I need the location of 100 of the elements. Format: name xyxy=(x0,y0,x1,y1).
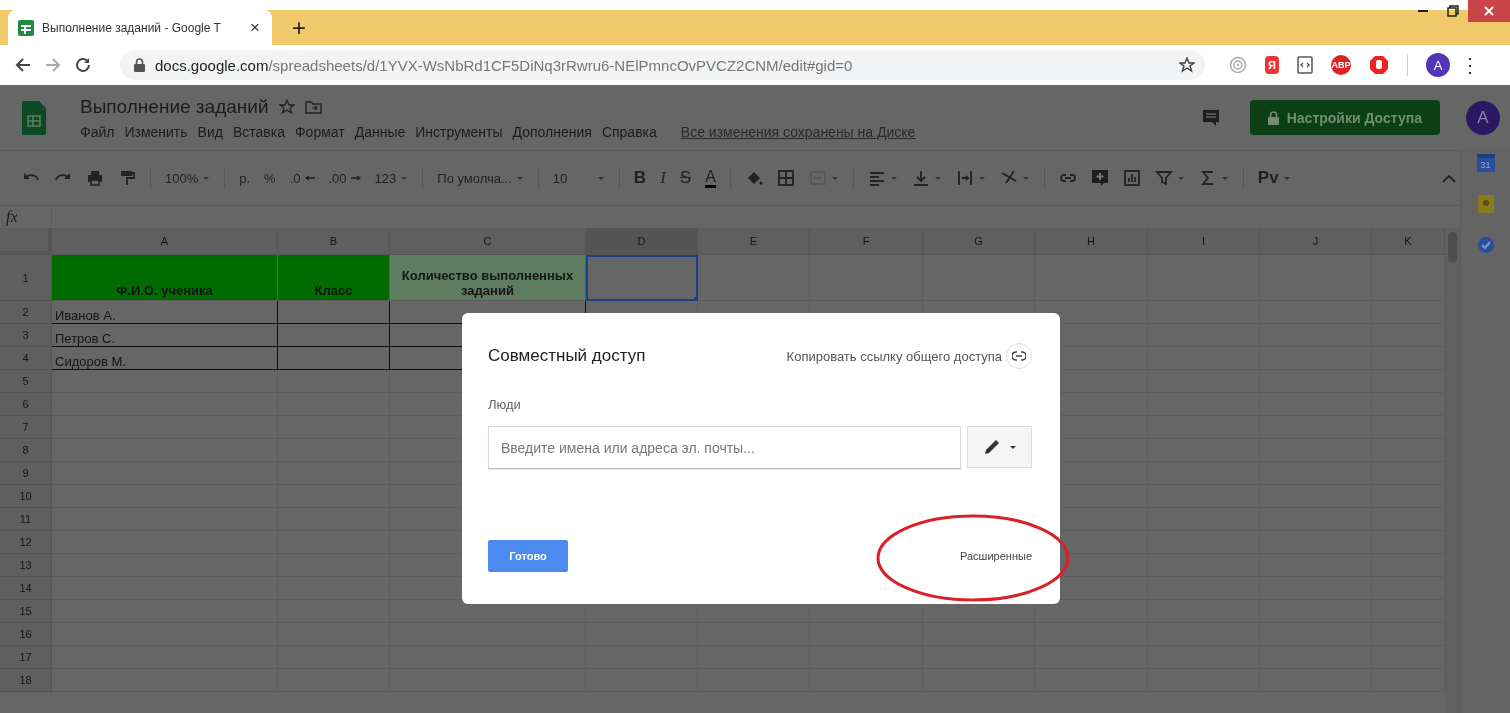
input-tools-dropdown[interactable]: Рv xyxy=(1253,165,1295,191)
menu-item[interactable]: Изменить xyxy=(124,123,188,140)
row-header[interactable]: 11 xyxy=(0,508,52,531)
share-button[interactable]: Настройки Доступа xyxy=(1249,100,1440,135)
row-header[interactable]: 4 xyxy=(0,347,52,370)
column-header[interactable]: F xyxy=(810,228,923,255)
menu-item[interactable]: Формат xyxy=(294,123,345,140)
row-header[interactable]: 13 xyxy=(0,554,52,577)
row-header[interactable]: 2 xyxy=(0,301,52,324)
row-header[interactable]: 6 xyxy=(0,393,52,416)
zoom-dropdown[interactable]: 100% xyxy=(161,165,215,191)
table-cell[interactable] xyxy=(698,255,810,301)
url-text: docs.google.com/spreadsheets/d/1YVX-WsNbRd1CF5DiNq3rRwru6-NElPmncOvPVCZ2CNM/edit#gid=0 xyxy=(155,56,854,74)
save-status-link[interactable]: Все изменения сохранены на Диске xyxy=(680,123,916,140)
row-header[interactable]: 5 xyxy=(0,370,52,393)
column-header[interactable]: B xyxy=(278,228,390,255)
column-header[interactable]: I xyxy=(1148,228,1260,255)
font-dropdown[interactable]: По умолча... xyxy=(433,165,528,191)
restore-icon xyxy=(1447,5,1459,17)
column-header[interactable]: C xyxy=(390,228,586,255)
table-cell[interactable] xyxy=(278,347,390,370)
row-header[interactable]: 18 xyxy=(0,669,52,692)
row-header[interactable]: 9 xyxy=(0,462,52,485)
bold-button[interactable]: B xyxy=(629,165,651,191)
increase-decimal-button[interactable]: .00 xyxy=(324,165,365,191)
table-cell[interactable] xyxy=(586,255,698,301)
reload-icon[interactable] xyxy=(74,56,92,74)
adblock-icon[interactable]: ABP xyxy=(1331,55,1351,75)
table-cell[interactable]: Сидоров М. xyxy=(52,347,278,370)
permission-dropdown[interactable] xyxy=(967,426,1032,468)
table-cell[interactable] xyxy=(278,370,390,393)
menu-button[interactable]: ⋮ xyxy=(1454,52,1486,78)
profile-avatar[interactable]: A xyxy=(1466,100,1500,135)
close-button[interactable]: × xyxy=(248,19,262,36)
column-header[interactable]: H xyxy=(1035,228,1148,255)
column-header[interactable]: A xyxy=(52,228,278,255)
calendar-icon[interactable]: 31 xyxy=(1476,154,1495,172)
currency-button[interactable]: р. xyxy=(235,165,255,191)
table-cell[interactable]: Петров С. xyxy=(52,324,278,347)
column-header[interactable]: J xyxy=(1260,228,1372,255)
row-header[interactable]: 1 xyxy=(0,255,52,301)
table-cell[interactable]: Ф.И.О. ученика xyxy=(52,255,278,301)
table-cell[interactable] xyxy=(52,370,278,393)
copy-link-button[interactable]: Копировать ссылку общего доступа xyxy=(786,343,1032,369)
menu-item[interactable]: Данные xyxy=(354,123,406,140)
table-cell[interactable]: Иванов А. xyxy=(52,301,278,324)
profile-avatar[interactable]: A xyxy=(1426,53,1450,77)
percent-button[interactable]: % xyxy=(260,165,280,191)
menu-item[interactable]: Инструменты xyxy=(415,123,503,140)
table-cell[interactable] xyxy=(278,324,390,347)
menu-item[interactable]: Вставка xyxy=(232,123,285,140)
hand-icon[interactable] xyxy=(1369,55,1389,75)
font-size-dropdown[interactable]: 10 xyxy=(548,165,609,191)
address-bar[interactable]: docs.google.com/spreadsheets/d/1YVX-WsNbRd1CF5DiNq3rRwru6-NElPmncOvPVCZ2CNM/edit#gid=0 xyxy=(120,50,1205,80)
folder-icon[interactable] xyxy=(304,99,322,114)
star-icon[interactable] xyxy=(1179,57,1195,73)
people-input-field[interactable]: Введите имена или адреса эл. почты... xyxy=(488,426,962,469)
extension-icon[interactable]: Я xyxy=(1265,56,1279,74)
code-page-icon[interactable] xyxy=(1297,56,1313,74)
note-icon[interactable] xyxy=(1476,194,1495,214)
menu-item[interactable]: Дополнения xyxy=(512,123,592,140)
row-header[interactable]: 7 xyxy=(0,416,52,439)
row-header[interactable]: 10 xyxy=(0,485,52,508)
strikethrough-button[interactable]: S xyxy=(675,165,696,191)
row-header[interactable]: 8 xyxy=(0,439,52,462)
menu-item[interactable]: Справка xyxy=(601,123,657,140)
menu-item[interactable]: Вид xyxy=(197,123,223,140)
comment-icon[interactable] xyxy=(1201,108,1220,127)
italic-button[interactable]: I xyxy=(656,165,670,191)
document-title[interactable]: Выполнение заданий xyxy=(80,95,269,118)
column-header[interactable]: D xyxy=(586,228,698,255)
table-cell[interactable]: Класс xyxy=(278,255,390,301)
row-header[interactable]: 3 xyxy=(0,324,52,347)
browser-tab[interactable]: Выполнение заданий - Google T × xyxy=(8,10,272,45)
close-button[interactable] xyxy=(1468,0,1510,22)
table-cell[interactable] xyxy=(278,301,390,324)
select-all-corner[interactable] xyxy=(0,228,52,255)
row-header[interactable]: 15 xyxy=(0,600,52,623)
caret-icon xyxy=(1220,175,1229,181)
number-format-dropdown[interactable]: 123 xyxy=(370,165,413,191)
target-icon[interactable] xyxy=(1229,56,1247,74)
row-header[interactable]: 14 xyxy=(0,577,52,600)
sheets-logo-icon[interactable] xyxy=(22,100,46,135)
text-color-button[interactable]: A xyxy=(701,165,720,191)
check-circle-icon[interactable] xyxy=(1476,236,1495,254)
table-cell[interactable]: Количество выполненных заданий xyxy=(390,255,586,301)
row-header[interactable]: 12 xyxy=(0,531,52,554)
advanced-link[interactable]: Расширенные xyxy=(960,550,1032,562)
decrease-decimal-button[interactable]: .0 xyxy=(285,165,319,191)
column-header[interactable]: G xyxy=(923,228,1035,255)
column-header[interactable]: E xyxy=(698,228,810,255)
column-header[interactable]: K xyxy=(1372,228,1445,255)
done-button[interactable]: Готово xyxy=(488,540,568,572)
new-tab-button[interactable]: + xyxy=(286,15,312,41)
forward-icon[interactable] xyxy=(44,56,62,74)
row-header[interactable]: 17 xyxy=(0,646,52,669)
star-icon[interactable] xyxy=(278,98,295,115)
back-icon[interactable] xyxy=(14,56,32,74)
row-header[interactable]: 16 xyxy=(0,623,52,646)
menu-item[interactable]: Файл xyxy=(80,123,115,140)
